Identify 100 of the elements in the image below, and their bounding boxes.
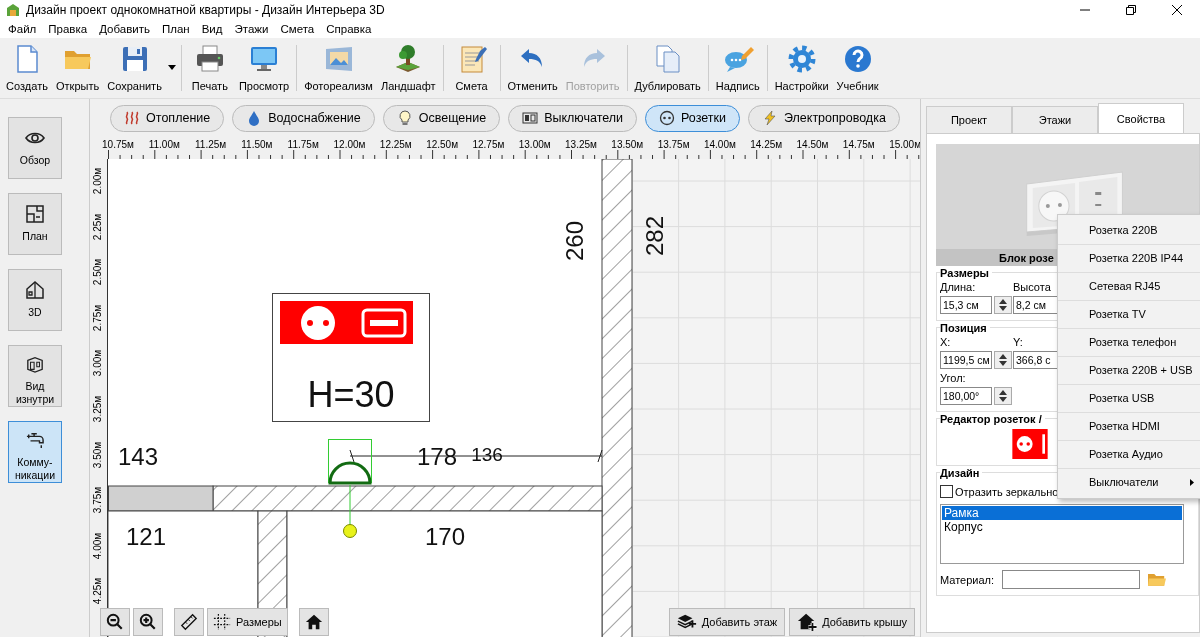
menu-option[interactable]: Сетевая RJ45 [1058, 273, 1200, 301]
category-tab[interactable]: Отопление [110, 104, 225, 132]
material-field[interactable] [1002, 570, 1141, 589]
dimension-label: 121 [126, 523, 166, 550]
ruler-label: 13.75м [657, 140, 690, 150]
tool-button[interactable] [298, 608, 329, 636]
category-tab[interactable]: Розетки [645, 104, 740, 132]
view-button[interactable]: Комму- никации [8, 421, 62, 483]
number-field[interactable]: 15,3 см [940, 296, 992, 314]
ruler-label: 4.00м [93, 532, 103, 559]
ruler-label: 11.50м [241, 140, 273, 150]
switch-icon [522, 110, 539, 126]
tool-button[interactable]: Размеры [207, 608, 288, 636]
view-button[interactable]: План [8, 193, 62, 255]
menu-item[interactable]: Файл [2, 23, 43, 35]
light-bulb-icon [396, 110, 413, 126]
toolbar-button[interactable]: Надпись [711, 40, 764, 96]
dimension-label: 143 [118, 443, 158, 470]
spinner-icon[interactable] [994, 387, 1012, 405]
ruler-label: 10.75м [102, 140, 134, 150]
category-tab[interactable]: Водоснабжение [232, 104, 375, 132]
menu-option[interactable]: Розетка телефон [1058, 329, 1200, 357]
menu-option[interactable]: Розетка TV [1058, 301, 1200, 329]
dimension-label: 170 [425, 523, 465, 550]
toolbar-button[interactable]: Учебник [832, 40, 883, 96]
socket-preview-icon [1010, 429, 1050, 459]
spinner-icon[interactable] [994, 351, 1012, 369]
menu-item[interactable]: Этажи [228, 23, 275, 35]
menu-item[interactable]: Добавить [93, 23, 156, 35]
panel-tab[interactable]: Проект [926, 106, 1012, 133]
number-field[interactable]: 1199,5 см [940, 351, 992, 369]
view-button[interactable]: Обзор [8, 117, 62, 179]
checkbox[interactable] [940, 485, 953, 498]
zoom-in-icon [139, 613, 157, 631]
ruler-label: 4.25м [93, 578, 103, 605]
toolbar-button[interactable]: Фотореализм [300, 40, 377, 96]
section-title: Редактор розеток / [940, 413, 1045, 425]
add-button[interactable]: Добавить крышу [789, 608, 915, 636]
category-tab[interactable]: Электропроводка [747, 104, 900, 132]
toolbar-button[interactable]: Открыть [52, 40, 104, 96]
grid-icon [213, 613, 231, 631]
ruler-label: 14.50м [796, 140, 829, 150]
ruler-label: 13.25м [565, 140, 597, 150]
house-icon [24, 279, 46, 301]
toolbar-button[interactable]: Отменить [503, 40, 562, 96]
ruler-label: 11.75м [287, 140, 319, 150]
panel-tab[interactable]: Свойства [1098, 103, 1184, 133]
field-label: Материал: [940, 573, 995, 586]
menu-item[interactable]: Смета [274, 23, 321, 35]
ruler-label: 2.50м [93, 259, 103, 286]
ruler-label: 13.00м [518, 140, 551, 150]
menu-option[interactable]: Розетка HDMI [1058, 413, 1200, 441]
spinner-icon[interactable] [994, 296, 1012, 314]
category-tab[interactable]: Выключатели [508, 104, 638, 132]
ruler-label: 3.75м [93, 487, 103, 514]
panel-tab[interactable]: Этажи [1012, 106, 1098, 133]
window-title: Дизайн проект однокомнатной квартиры - Дизайн Интерьера 3D [26, 3, 385, 17]
menu-option[interactable]: Розетка 220В + USB [1058, 357, 1200, 385]
tool-button[interactable] [133, 608, 163, 636]
add-button[interactable]: Добавить этаж [668, 608, 786, 636]
menu-option[interactable]: Розетка 220В IP44 [1058, 245, 1200, 273]
ruler-label: 3.00м [93, 350, 103, 377]
category-tab[interactable]: Освещение [382, 104, 501, 132]
toolbar-button[interactable]: Ландшафт [376, 40, 440, 96]
menu-option[interactable]: Розетка 220В [1058, 217, 1200, 245]
toolbar-button[interactable]: Печать [184, 40, 235, 96]
checkbox-label: Отразить зеркально [955, 485, 1059, 498]
toolbar-button[interactable]: Создать [2, 40, 52, 96]
dimension-label: 136 [471, 444, 503, 465]
menu-option[interactable]: Розетка USB [1058, 385, 1200, 413]
tool-button[interactable] [174, 608, 204, 636]
toolbar-button[interactable]: Смета [446, 40, 497, 96]
room-cube-icon [24, 355, 46, 375]
menu-item[interactable]: Справка [320, 23, 378, 35]
ruler-label: 13.50м [611, 140, 644, 150]
faucet-icon [24, 431, 46, 451]
menu-option[interactable]: Выключатели [1058, 469, 1200, 496]
floor-plan-icon [24, 203, 46, 225]
toolbar-button[interactable]: Просмотр [234, 40, 294, 96]
rotation-handle[interactable] [343, 484, 357, 538]
menu-item[interactable]: Вид [195, 23, 229, 35]
list-item[interactable]: Корпус [942, 520, 1182, 534]
toolbar-button[interactable]: Сохранить [103, 40, 166, 96]
toolbar-button[interactable]: Настройки [770, 40, 833, 96]
dimension-label: 260 [561, 221, 588, 261]
list-item[interactable]: Рамка [942, 506, 1182, 520]
number-field[interactable]: 180,00° [940, 387, 992, 405]
view-button[interactable]: Вид изнутри [8, 345, 62, 407]
menu-item[interactable]: Правка [42, 23, 94, 35]
field-label: X: [940, 336, 952, 348]
menu-item[interactable]: План [155, 23, 196, 35]
menu-option[interactable]: Розетка Аудио [1058, 441, 1200, 469]
house-plus-icon [797, 612, 818, 632]
view-button[interactable]: 3D [8, 269, 62, 331]
ruler-label: 3.25м [93, 395, 103, 423]
toolbar-button[interactable]: Дублировать [630, 40, 705, 96]
tool-button[interactable] [100, 608, 130, 636]
height-label: H=30 [307, 374, 395, 415]
preview-caption: Блок розе [999, 251, 1054, 264]
field-label: Угол: [940, 372, 967, 384]
